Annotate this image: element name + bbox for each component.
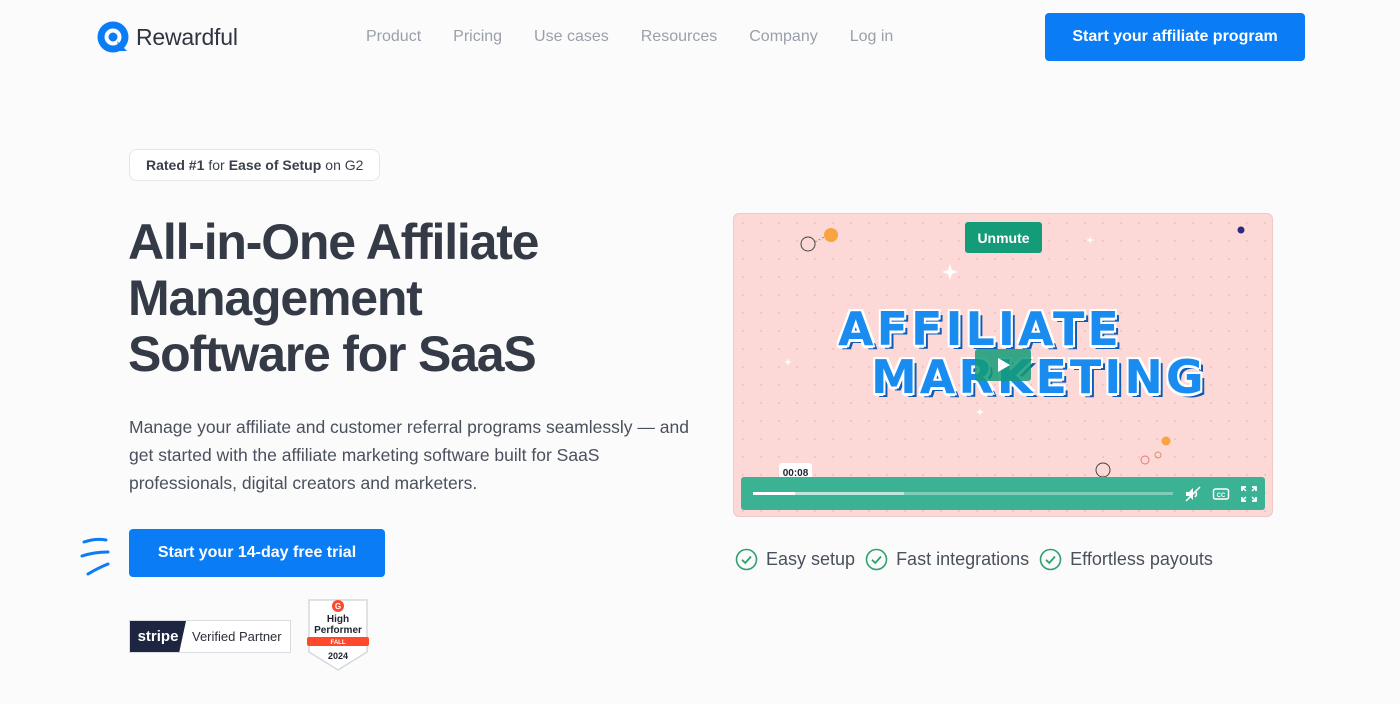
svg-text:CC: CC bbox=[1217, 493, 1226, 499]
brand-name: Rewardful bbox=[136, 23, 238, 50]
g2-badge-line2: Performer bbox=[314, 625, 362, 636]
feature-item: Effortless payouts bbox=[1039, 548, 1213, 571]
g2-badge-line1: High bbox=[326, 614, 350, 625]
feature-item: Fast integrations bbox=[865, 548, 1029, 571]
nav-product[interactable]: Product bbox=[366, 28, 421, 46]
play-icon bbox=[998, 358, 1010, 372]
g2-badge-season: FALL bbox=[330, 640, 346, 646]
hero-title-line-3: Software for SaaS bbox=[128, 326, 537, 382]
badge-mid: for bbox=[208, 157, 225, 173]
play-button[interactable] bbox=[975, 349, 1031, 381]
emphasis-scribble-icon bbox=[80, 537, 110, 576]
hero-title-line-2: Management bbox=[128, 270, 423, 326]
g2-badge-year: 2024 bbox=[327, 651, 349, 661]
video-headline-line2: MARKETING bbox=[871, 350, 1207, 404]
feature-label: Effortless payouts bbox=[1070, 549, 1213, 569]
video-player[interactable]: Unmute AFFILIATE MARKETING 00:08 CC bbox=[733, 213, 1273, 517]
feature-list: Easy setup Fast integrations Effortless … bbox=[735, 548, 1213, 571]
fullscreen-icon[interactable] bbox=[1240, 485, 1258, 503]
hero-title: All-in-One Affiliate Management Software… bbox=[128, 214, 688, 382]
rewardful-logo-icon bbox=[97, 21, 129, 53]
video-progress-fill bbox=[753, 492, 795, 495]
start-free-trial-button[interactable]: Start your 14-day free trial bbox=[129, 529, 385, 577]
video-controls-bar: CC bbox=[741, 477, 1265, 510]
start-affiliate-program-button[interactable]: Start your affiliate program bbox=[1045, 13, 1305, 61]
video-headline-line1: AFFILIATE bbox=[838, 302, 1122, 356]
captions-icon[interactable]: CC bbox=[1212, 485, 1230, 503]
g2-rating-badge: Rated #1 for Ease of Setup on G2 bbox=[129, 149, 381, 181]
feature-item: Easy setup bbox=[735, 548, 855, 571]
feature-label: Easy setup bbox=[766, 549, 856, 569]
badge-suffix: on G2 bbox=[325, 157, 364, 173]
badge-rank: Rated #1 bbox=[146, 157, 205, 173]
stripe-logo: stripe bbox=[130, 621, 186, 652]
stripe-verified-partner-badge: stripe Verified Partner bbox=[129, 620, 291, 653]
video-progress-slider[interactable] bbox=[753, 492, 1173, 495]
svg-text:G: G bbox=[335, 602, 341, 611]
unmute-button[interactable]: Unmute bbox=[965, 222, 1042, 253]
badge-category: Ease of Setup bbox=[228, 157, 322, 173]
check-circle-icon bbox=[1039, 548, 1062, 571]
feature-label: Fast integrations bbox=[896, 549, 1030, 569]
mute-icon[interactable] bbox=[1184, 485, 1202, 503]
brand-logo[interactable]: Rewardful bbox=[96, 20, 238, 54]
main-nav: Product Pricing Use cases Resources Comp… bbox=[366, 28, 893, 46]
nav-pricing[interactable]: Pricing bbox=[453, 28, 502, 46]
nav-use-cases[interactable]: Use cases bbox=[534, 28, 609, 46]
stripe-badge-label: Verified Partner bbox=[192, 629, 282, 644]
nav-company[interactable]: Company bbox=[749, 28, 817, 46]
hero-subtitle: Manage your affiliate and customer refer… bbox=[129, 417, 689, 493]
check-circle-icon bbox=[735, 548, 758, 571]
check-circle-icon bbox=[865, 548, 888, 571]
hero-title-line-1: All-in-One Affiliate bbox=[128, 214, 539, 270]
nav-login[interactable]: Log in bbox=[850, 28, 894, 46]
nav-resources[interactable]: Resources bbox=[641, 28, 717, 46]
